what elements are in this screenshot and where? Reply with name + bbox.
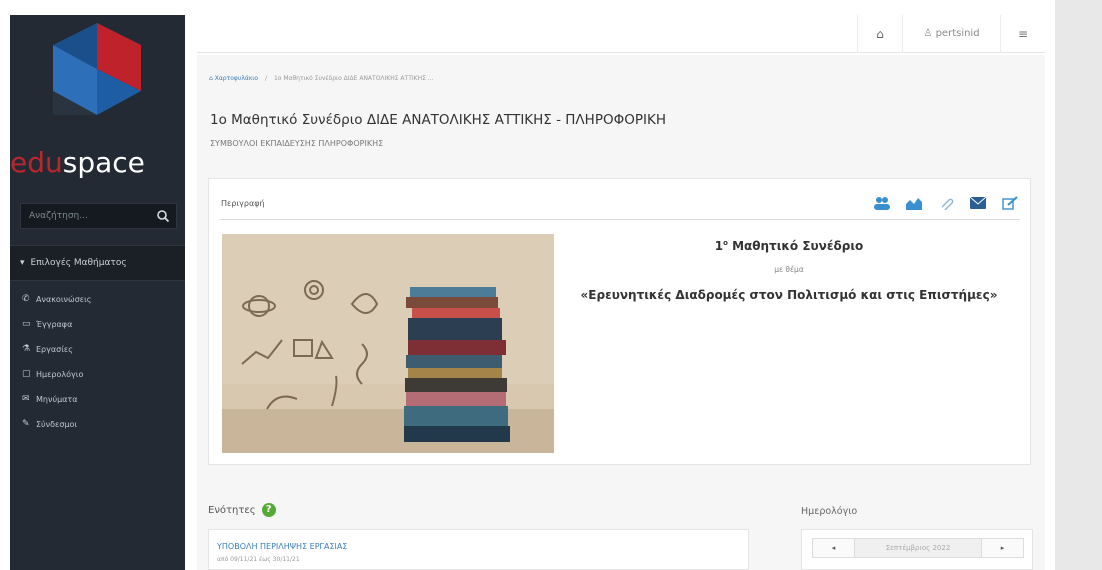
books-illustration: [222, 234, 554, 453]
conference-heading-text: Μαθητικό Συνέδριο: [727, 239, 864, 253]
window-gutter: [1055, 0, 1102, 570]
page-title: 1ο Μαθητικό Συνέδριο ΔΙΔΕ ΑΝΑΤΟΛΙΚΗΣ ΑΤΤ…: [210, 112, 666, 128]
units-header: Ενότητες ?: [208, 503, 276, 517]
units-section: Ενότητες ? ΥΠΟΒΟΛΗ ΠΕΡΙΛΗΨΗΣ ΕΡΓΑΣΙΑΣ απ…: [208, 503, 749, 570]
user-menu-button[interactable]: ♙ pertsinid: [902, 15, 1000, 53]
sidebar-item-label: Εργασίες: [36, 345, 73, 354]
conference-with-theme: με θέμα: [774, 265, 804, 274]
folder-icon: ▭: [22, 319, 31, 329]
flask-icon: ⚗: [22, 344, 31, 354]
bullhorn-icon: ✆: [22, 294, 30, 304]
page-subtitle: ΣΥΜΒΟΥΛΟΙ ΕΚΠΑΙΔΕΥΣΗΣ ΠΛΗΡΟΦΟΡΙΚΗΣ: [210, 139, 384, 148]
course-options-toggle[interactable]: ▾ Επιλογές Μαθήματος: [10, 245, 185, 281]
search-icon[interactable]: [156, 209, 170, 223]
sidebar-item-label: Ημερολόγιο: [36, 370, 84, 379]
units-list: ΥΠΟΒΟΛΗ ΠΕΡΙΛΗΨΗΣ ΕΡΓΑΣΙΑΣ από 09/11/21 …: [208, 529, 749, 570]
calendar-nav: ◂ Σεπτέμβριος 2022 ▸: [812, 538, 1024, 558]
breadcrumb-separator: /: [265, 75, 268, 82]
unit-link[interactable]: ΥΠΟΒΟΛΗ ΠΕΡΙΛΗΨΗΣ ΕΡΓΑΣΙΑΣ: [217, 542, 347, 551]
breadcrumb: ⌂ Χαρτοφυλάκιο / 1ο Μαθητικό Συνέδριο ΔΙ…: [209, 75, 434, 82]
help-icon[interactable]: ?: [261, 503, 276, 517]
envelope-icon[interactable]: [968, 194, 988, 212]
envelope-icon: ✉: [22, 394, 30, 404]
sidebar-item-documents[interactable]: ▭ Έγγραφα: [10, 312, 185, 337]
hamburger-icon: ≡: [1017, 27, 1029, 41]
conference-heading: 1ο Μαθητικό Συνέδριο: [579, 239, 999, 253]
sidebar-item-label: Σύνδεσμοι: [36, 420, 78, 429]
calendar-section: Ημερολόγιο ◂ Σεπτέμβριος 2022 ▸: [801, 503, 1033, 570]
users-icon[interactable]: [872, 194, 892, 212]
logo-text-space: space: [62, 146, 145, 179]
calendar-header: Ημερολόγιο: [801, 506, 858, 517]
home-icon: ⌂: [876, 27, 884, 41]
calendar-prev-button[interactable]: ◂: [813, 539, 855, 557]
breadcrumb-current: 1ο Μαθητικό Συνέδριο ΔΙΔΕ ΑΝΑΤΟΛΙΚΗΣ ΑΤΤ…: [273, 75, 434, 82]
home-button[interactable]: ⌂: [857, 15, 902, 53]
calendar-widget: ◂ Σεπτέμβριος 2022 ▸: [801, 529, 1033, 570]
breadcrumb-home-link[interactable]: Χαρτοφυλάκιο: [215, 75, 258, 82]
description-panel-header: Περιγραφή: [219, 190, 1020, 220]
calendar-icon: ▢: [22, 369, 31, 379]
description-panel: Περιγραφή 1ο Μαθητικό Συνέδριο με θέμα «…: [208, 178, 1031, 465]
course-tools: [872, 194, 1020, 212]
cube-logo-icon: [53, 23, 141, 115]
conference-theme: «Ερευνητικές Διαδρομές στον Πολιτισμό κα…: [580, 288, 998, 302]
logo[interactable]: eduspace: [10, 15, 185, 180]
units-header-label: Ενότητες: [208, 504, 256, 516]
course-options-label: Επιλογές Μαθήματος: [30, 258, 127, 268]
edit-icon[interactable]: [1000, 194, 1020, 212]
main-content: ⌂ Χαρτοφυλάκιο / 1ο Μαθητικό Συνέδριο ΔΙ…: [197, 55, 1045, 570]
sidebar-item-messages[interactable]: ✉ Μηνύματα: [10, 387, 185, 412]
search-input[interactable]: [21, 204, 151, 228]
stats-chart-icon[interactable]: [904, 194, 924, 212]
description-label: Περιγραφή: [221, 199, 265, 208]
sidebar-item-calendar[interactable]: ▢ Ημερολόγιο: [10, 362, 185, 387]
sidebar-item-links[interactable]: ✎ Σύνδεσμοι: [10, 412, 185, 437]
sidebar-item-assignments[interactable]: ⚗ Εργασίες: [10, 337, 185, 362]
user-icon: ♙: [923, 28, 933, 39]
calendar-month: Σεπτέμβριος 2022: [885, 544, 951, 552]
sidebar-item-label: Μηνύματα: [36, 395, 78, 404]
search-box: [20, 203, 177, 229]
logo-text-edu: edu: [10, 146, 63, 179]
calendar-next-button[interactable]: ▸: [981, 539, 1023, 557]
breadcrumb-home-icon: ⌂: [209, 75, 213, 82]
sidebar: eduspace ▾ Επιλογές Μαθήματος ✆ Ανακοινώσ…: [10, 15, 185, 570]
sidebar-item-announcements[interactable]: ✆ Ανακοινώσεις: [10, 287, 185, 312]
chevron-down-icon: ▾: [20, 258, 25, 268]
conference-heading-number: 1: [714, 239, 724, 253]
top-bar: ⌂ ♙ pertsinid ≡: [197, 15, 1045, 53]
username: pertsinid: [935, 28, 980, 39]
link-icon: ✎: [22, 419, 30, 429]
attachment-icon[interactable]: [936, 194, 956, 212]
hamburger-menu-button[interactable]: ≡: [1000, 15, 1045, 53]
sidebar-item-label: Έγγραφα: [36, 320, 73, 329]
unit-date: από 09/11/21 έως 30/11/21: [217, 556, 300, 563]
logo-text: eduspace: [10, 147, 185, 179]
course-menu: ✆ Ανακοινώσεις ▭ Έγγραφα ⚗ Εργασίες ▢ Ημ…: [10, 287, 185, 437]
sidebar-item-label: Ανακοινώσεις: [36, 295, 92, 304]
